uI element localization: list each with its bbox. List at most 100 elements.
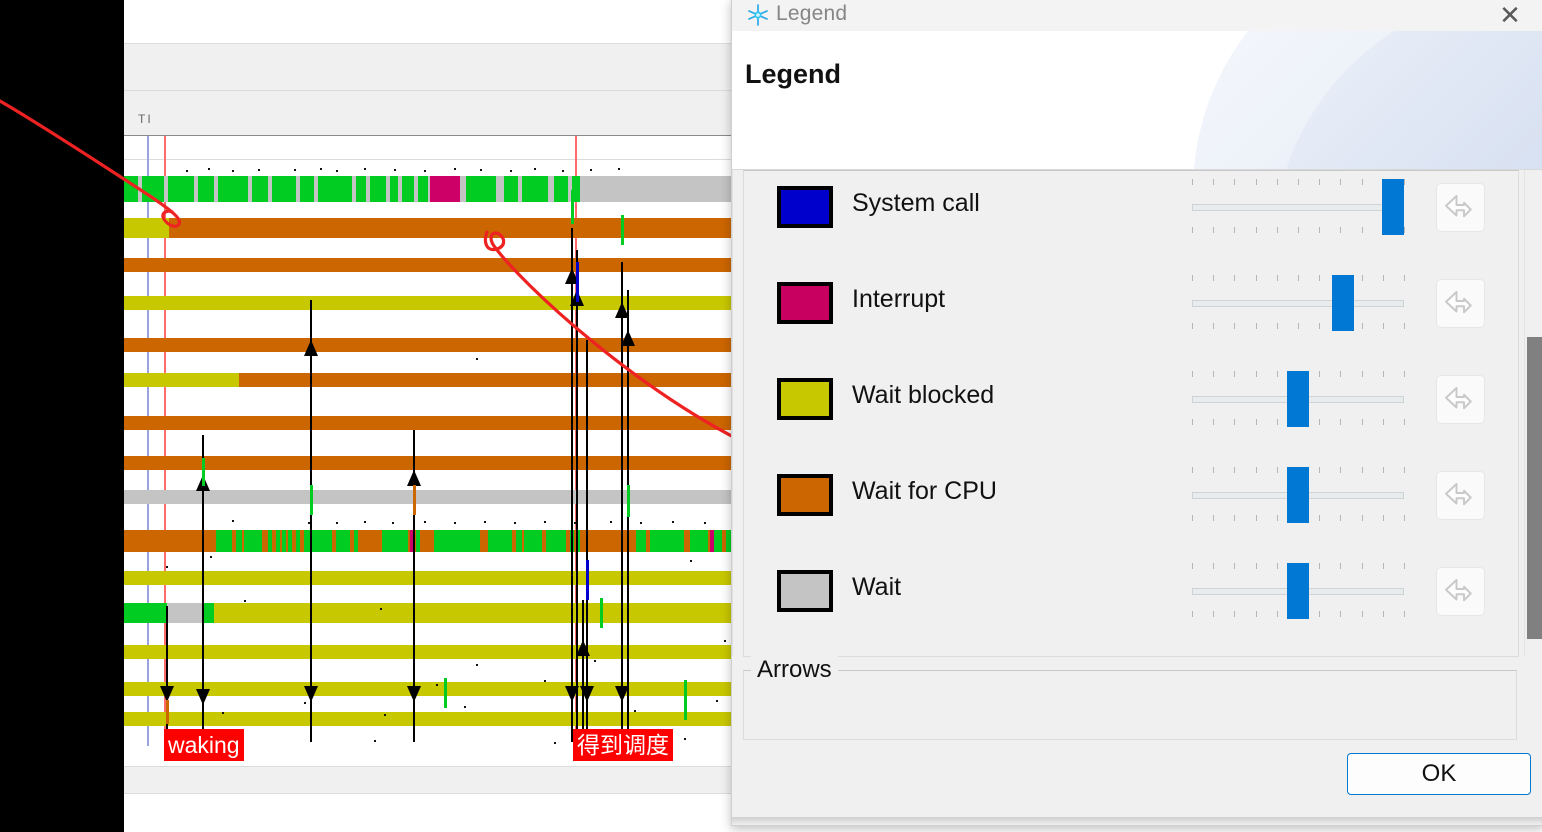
trace-sample-dot bbox=[534, 168, 536, 170]
slider-thumb[interactable] bbox=[1287, 467, 1309, 523]
slider-thumb[interactable] bbox=[1382, 179, 1405, 235]
trace-row[interactable] bbox=[124, 490, 736, 504]
slider-thumb[interactable] bbox=[1287, 371, 1309, 427]
trace-arrow-line bbox=[586, 340, 588, 742]
trace-event-tick bbox=[310, 485, 313, 515]
trace-row[interactable] bbox=[124, 456, 736, 470]
trace-row-base-bar bbox=[124, 490, 736, 504]
reset-arrow-icon[interactable] bbox=[1436, 471, 1485, 520]
legend-color-swatch[interactable] bbox=[777, 282, 833, 324]
trace-sample-dot bbox=[724, 640, 726, 642]
close-icon[interactable]: ✕ bbox=[1487, 0, 1533, 31]
opacity-slider[interactable] bbox=[1192, 371, 1405, 427]
legend-scrollbar-thumb[interactable] bbox=[1527, 337, 1542, 639]
legend-color-swatch[interactable] bbox=[777, 378, 833, 420]
trace-row[interactable] bbox=[124, 530, 736, 552]
legend-color-swatch[interactable] bbox=[777, 186, 833, 228]
trace-run-segment bbox=[204, 603, 214, 623]
trace-row-base-bar bbox=[124, 296, 736, 310]
trace-sample-dot bbox=[294, 169, 296, 171]
trace-sample-dot bbox=[640, 522, 642, 524]
slider-track[interactable] bbox=[1192, 300, 1404, 307]
slider-thumb[interactable] bbox=[1331, 275, 1354, 331]
trace-event-tick bbox=[684, 680, 687, 720]
opacity-slider[interactable] bbox=[1192, 275, 1405, 331]
trace-row-base-bar bbox=[124, 456, 736, 470]
trace-row[interactable] bbox=[124, 603, 736, 623]
legend-row: Wait bbox=[744, 557, 1518, 653]
trace-run-segment bbox=[300, 176, 314, 202]
trace-run-segment bbox=[336, 530, 350, 552]
trace-row[interactable] bbox=[124, 712, 736, 726]
trace-run-segment bbox=[288, 530, 292, 552]
trace-sample-dot bbox=[610, 521, 612, 523]
trace-row[interactable] bbox=[124, 296, 736, 310]
trace-sample-dot bbox=[304, 702, 306, 704]
trace-interrupt-segment bbox=[710, 530, 714, 552]
reset-arrow-icon[interactable] bbox=[1436, 375, 1485, 424]
reset-arrow-icon[interactable] bbox=[1436, 567, 1485, 616]
page-title: Legend bbox=[745, 59, 842, 89]
trace-run-segment bbox=[488, 530, 512, 552]
trace-footer-row bbox=[124, 767, 736, 793]
trace-row[interactable] bbox=[124, 176, 736, 202]
reset-arrow-icon[interactable] bbox=[1436, 279, 1485, 328]
trace-sample-dot bbox=[424, 521, 426, 523]
trace-header-divider-4 bbox=[124, 159, 736, 160]
dialog-bottom-shadow bbox=[732, 817, 1542, 825]
trace-sample-dot bbox=[684, 738, 686, 740]
trace-row[interactable] bbox=[124, 416, 736, 430]
trace-sample-dot bbox=[232, 170, 234, 172]
trace-run-segment bbox=[296, 530, 300, 552]
trace-arrow-line bbox=[202, 545, 204, 745]
starburst-icon bbox=[748, 4, 768, 26]
trace-sample-dot bbox=[320, 168, 322, 170]
trace-row[interactable] bbox=[124, 218, 736, 238]
trace-row[interactable] bbox=[124, 258, 736, 272]
legend-row: Interrupt bbox=[744, 269, 1518, 365]
trace-sample-dot bbox=[454, 168, 456, 170]
trace-sample-dot bbox=[380, 608, 382, 610]
legend-color-swatch[interactable] bbox=[777, 570, 833, 612]
reset-arrow-icon[interactable] bbox=[1436, 183, 1485, 232]
trace-run-segment bbox=[236, 530, 242, 552]
trace-header-row-3 bbox=[124, 91, 736, 135]
legend-dialog[interactable]: Legend ✕ Legend System call Interrupt Wait… bbox=[731, 0, 1542, 826]
trace-sample-dot bbox=[392, 522, 394, 524]
trace-row[interactable] bbox=[124, 373, 736, 387]
opacity-slider[interactable] bbox=[1192, 179, 1405, 235]
trace-sample-dot bbox=[464, 706, 466, 708]
legend-color-swatch[interactable] bbox=[777, 474, 833, 516]
trace-panel[interactable]: TI bbox=[124, 0, 736, 832]
body-left-edge bbox=[732, 170, 733, 656]
trace-sample-dot bbox=[186, 170, 188, 172]
opacity-slider[interactable] bbox=[1192, 563, 1405, 619]
trace-arrow-head bbox=[580, 686, 594, 702]
legend-scrollbar[interactable] bbox=[1524, 170, 1542, 656]
trace-arrow-head bbox=[304, 340, 318, 356]
trace-run-segment bbox=[434, 530, 480, 552]
ok-button[interactable]: OK bbox=[1347, 753, 1531, 795]
trace-sample-dot bbox=[384, 714, 386, 716]
trace-run-segment bbox=[524, 530, 542, 552]
slider-track[interactable] bbox=[1192, 204, 1404, 211]
trace-run-segment bbox=[554, 176, 568, 202]
trace-sample-dot bbox=[258, 169, 260, 171]
trace-row[interactable] bbox=[124, 338, 736, 352]
trace-run-segment bbox=[276, 530, 280, 552]
trace-event-tick bbox=[627, 485, 630, 517]
trace-row[interactable] bbox=[124, 645, 736, 659]
trace-wait-segment bbox=[580, 176, 736, 202]
trace-arrow-head bbox=[407, 470, 421, 486]
opacity-slider[interactable] bbox=[1192, 467, 1405, 523]
trace-row[interactable] bbox=[124, 682, 736, 696]
trace-sample-dot bbox=[364, 521, 366, 523]
slider-thumb[interactable] bbox=[1287, 563, 1309, 619]
trace-sample-dot bbox=[704, 522, 706, 524]
trace-event-tick bbox=[600, 598, 603, 628]
trace-row[interactable] bbox=[124, 571, 736, 585]
trace-run-segment bbox=[168, 176, 194, 202]
trace-sample-dot bbox=[554, 742, 556, 744]
trace-run-segment bbox=[382, 530, 408, 552]
trace-sample-dot bbox=[394, 169, 396, 171]
